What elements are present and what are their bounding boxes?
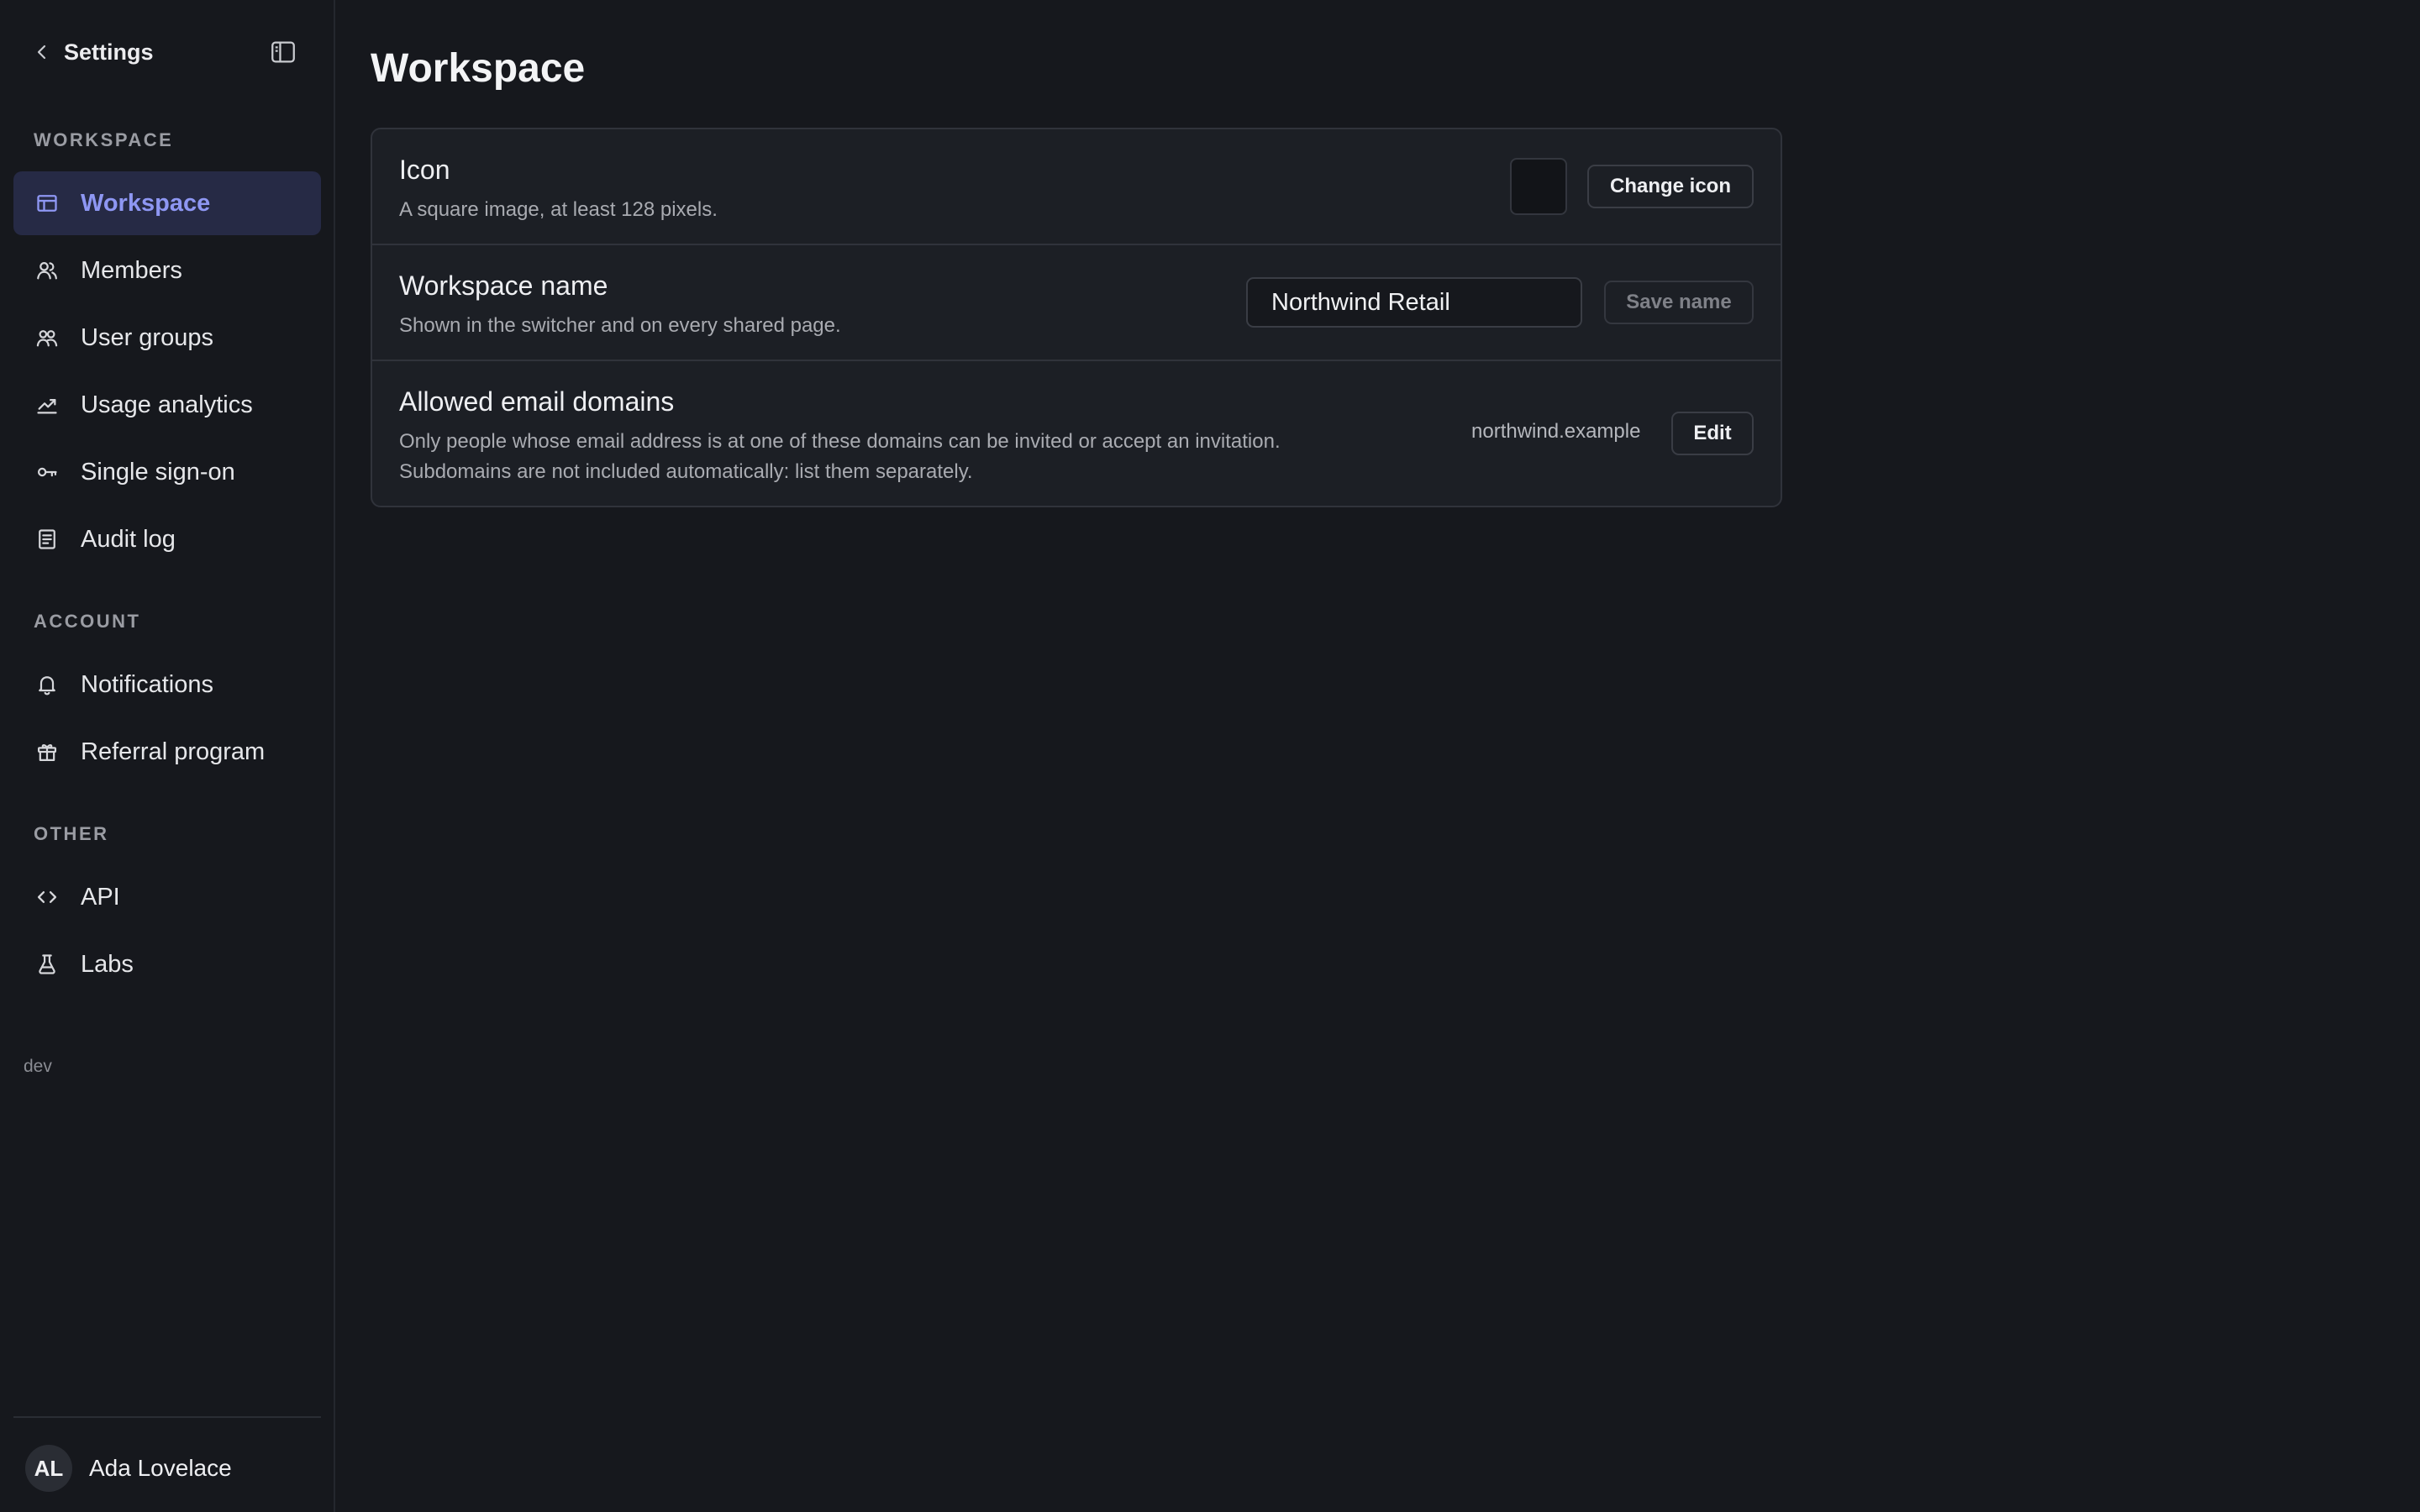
key-icon <box>35 460 59 484</box>
sidebar-item-workspace[interactable]: Workspace <box>13 171 321 235</box>
allowed-domain-value: northwind.example <box>1471 420 1641 443</box>
save-name-button[interactable]: Save name <box>1604 281 1754 324</box>
allowed-domains-title: Allowed email domains <box>399 386 675 417</box>
sidebar-item-label: API <box>81 883 120 911</box>
workspace-name-title: Workspace name <box>399 270 608 301</box>
workspace-icon-preview <box>1510 158 1567 215</box>
back-to-settings-button[interactable]: Settings <box>32 37 158 67</box>
chart-line-icon <box>35 393 59 417</box>
sidebar-item-user-groups[interactable]: User groups <box>13 306 321 370</box>
page-title: Workspace <box>371 46 586 91</box>
user-groups-icon <box>35 326 59 349</box>
icon-row: Icon A square image, at least 128 pixels… <box>372 129 1781 245</box>
sidebar-item-referral-program[interactable]: Referral program <box>13 720 321 784</box>
sidebar-item-notifications[interactable]: Notifications <box>13 653 321 717</box>
section-label-account: ACCOUNT <box>34 611 141 632</box>
sidebar-item-audit-log[interactable]: Audit log <box>13 507 321 571</box>
allowed-domains-description: Only people whose email address is at on… <box>399 430 1281 453</box>
icon-row-description: A square image, at least 128 pixels. <box>399 198 718 221</box>
workspace-settings-card: Icon A square image, at least 128 pixels… <box>371 128 1782 507</box>
workspace-name-row: Workspace name Shown in the switcher and… <box>372 244 1781 361</box>
settings-sidebar: Settings WORKSPACE Workspace Members Use <box>0 0 335 1512</box>
sidebar-item-single-sign-on[interactable]: Single sign-on <box>13 440 321 504</box>
allowed-domains-row: Allowed email domains Only people whose … <box>372 360 1781 506</box>
back-label: Settings <box>64 39 154 65</box>
change-icon-button[interactable]: Change icon <box>1587 165 1754 208</box>
sidebar-item-labs[interactable]: Labs <box>13 932 321 996</box>
icon-row-title: Icon <box>399 155 450 185</box>
main-content: Workspace Icon A square image, at least … <box>335 0 2420 1512</box>
allowed-domains-description-note: Subdomains are not included automaticall… <box>399 460 973 483</box>
layout-icon <box>35 192 59 215</box>
sidebar-footer: AL Ada Lovelace <box>13 1416 321 1512</box>
code-icon <box>35 885 59 909</box>
edit-domains-button[interactable]: Edit <box>1671 412 1754 455</box>
sidebar-header: Settings <box>0 0 334 102</box>
section-label-other: OTHER <box>34 823 109 844</box>
sidebar-item-label: Members <box>81 256 182 284</box>
user-menu[interactable]: AL Ada Lovelace <box>25 1443 232 1494</box>
sidebar-toggle-icon <box>271 41 295 63</box>
sidebar-item-label: Referral program <box>81 738 266 765</box>
avatar: AL <box>25 1445 72 1492</box>
workspace-name-description: Shown in the switcher and on every share… <box>399 314 841 337</box>
sidebar-item-members[interactable]: Members <box>13 239 321 302</box>
section-label-workspace: WORKSPACE <box>34 129 174 150</box>
environment-label: dev <box>24 1057 52 1076</box>
bell-icon <box>35 673 59 696</box>
sidebar-item-label: Labs <box>81 950 134 978</box>
flask-icon <box>35 953 59 976</box>
members-icon <box>35 259 59 282</box>
sidebar-item-label: User groups <box>81 323 213 351</box>
chevron-left-icon <box>37 45 46 60</box>
collapse-sidebar-button[interactable] <box>267 37 299 67</box>
sidebar-item-usage-analytics[interactable]: Usage analytics <box>13 373 321 437</box>
sidebar-item-label: Workspace <box>81 189 211 217</box>
user-name: Ada Lovelace <box>89 1455 232 1481</box>
sidebar-item-label: Audit log <box>81 525 176 553</box>
sidebar-item-label: Notifications <box>81 670 213 698</box>
sidebar-item-label: Usage analytics <box>81 391 253 418</box>
gift-icon <box>35 740 59 764</box>
sidebar-item-api[interactable]: API <box>13 865 321 929</box>
sidebar-item-label: Single sign-on <box>81 458 235 486</box>
document-icon <box>35 528 59 551</box>
workspace-name-input[interactable] <box>1246 277 1582 328</box>
